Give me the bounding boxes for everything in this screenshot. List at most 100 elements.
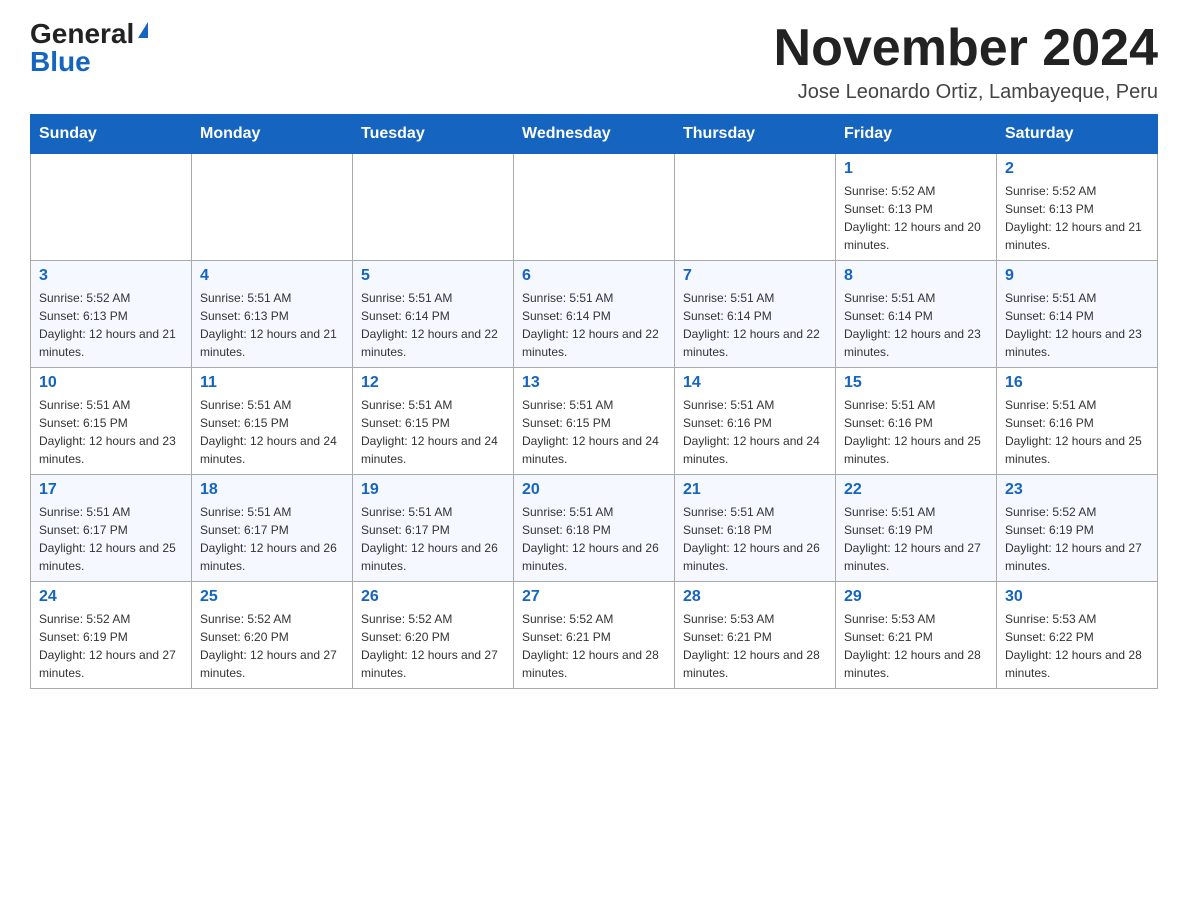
calendar-cell: 24 Sunrise: 5:52 AMSunset: 6:19 PMDaylig… [31,582,192,689]
logo: General Blue [30,20,148,76]
calendar-cell [353,154,514,261]
day-info: Sunrise: 5:51 AMSunset: 6:16 PMDaylight:… [683,396,827,468]
calendar-cell: 25 Sunrise: 5:52 AMSunset: 6:20 PMDaylig… [192,582,353,689]
day-info: Sunrise: 5:51 AMSunset: 6:13 PMDaylight:… [200,289,344,361]
day-number: 12 [361,374,505,392]
day-info: Sunrise: 5:51 AMSunset: 6:16 PMDaylight:… [1005,396,1149,468]
day-info: Sunrise: 5:51 AMSunset: 6:17 PMDaylight:… [39,503,183,575]
calendar-cell: 21 Sunrise: 5:51 AMSunset: 6:18 PMDaylig… [675,475,836,582]
weekday-header-monday: Monday [192,115,353,154]
calendar-cell: 28 Sunrise: 5:53 AMSunset: 6:21 PMDaylig… [675,582,836,689]
calendar-cell [675,154,836,261]
day-number: 16 [1005,374,1149,392]
day-info: Sunrise: 5:51 AMSunset: 6:14 PMDaylight:… [683,289,827,361]
calendar-cell [192,154,353,261]
calendar-cell: 20 Sunrise: 5:51 AMSunset: 6:18 PMDaylig… [514,475,675,582]
day-number: 24 [39,588,183,606]
day-info: Sunrise: 5:52 AMSunset: 6:20 PMDaylight:… [361,610,505,682]
day-number: 27 [522,588,666,606]
logo-blue-text: Blue [30,46,91,77]
calendar-cell: 9 Sunrise: 5:51 AMSunset: 6:14 PMDayligh… [997,261,1158,368]
calendar-cell: 22 Sunrise: 5:51 AMSunset: 6:19 PMDaylig… [836,475,997,582]
day-number: 21 [683,481,827,499]
day-number: 19 [361,481,505,499]
weekday-header-wednesday: Wednesday [514,115,675,154]
calendar-cell: 27 Sunrise: 5:52 AMSunset: 6:21 PMDaylig… [514,582,675,689]
calendar-cell: 12 Sunrise: 5:51 AMSunset: 6:15 PMDaylig… [353,368,514,475]
day-info: Sunrise: 5:51 AMSunset: 6:19 PMDaylight:… [844,503,988,575]
calendar-cell: 14 Sunrise: 5:51 AMSunset: 6:16 PMDaylig… [675,368,836,475]
day-info: Sunrise: 5:52 AMSunset: 6:13 PMDaylight:… [844,182,988,254]
day-info: Sunrise: 5:52 AMSunset: 6:19 PMDaylight:… [39,610,183,682]
calendar-cell: 16 Sunrise: 5:51 AMSunset: 6:16 PMDaylig… [997,368,1158,475]
weekday-header-thursday: Thursday [675,115,836,154]
calendar-cell: 8 Sunrise: 5:51 AMSunset: 6:14 PMDayligh… [836,261,997,368]
weekday-header-friday: Friday [836,115,997,154]
calendar-cell [514,154,675,261]
day-info: Sunrise: 5:51 AMSunset: 6:17 PMDaylight:… [361,503,505,575]
day-info: Sunrise: 5:52 AMSunset: 6:20 PMDaylight:… [200,610,344,682]
calendar-week-row: 10 Sunrise: 5:51 AMSunset: 6:15 PMDaylig… [31,368,1158,475]
day-number: 11 [200,374,344,392]
day-number: 5 [361,267,505,285]
day-info: Sunrise: 5:53 AMSunset: 6:22 PMDaylight:… [1005,610,1149,682]
day-info: Sunrise: 5:51 AMSunset: 6:14 PMDaylight:… [361,289,505,361]
day-number: 25 [200,588,344,606]
calendar-table: SundayMondayTuesdayWednesdayThursdayFrid… [30,114,1158,689]
day-number: 20 [522,481,666,499]
calendar-cell: 2 Sunrise: 5:52 AMSunset: 6:13 PMDayligh… [997,154,1158,261]
day-number: 18 [200,481,344,499]
weekday-header-tuesday: Tuesday [353,115,514,154]
logo-general-text: General [30,20,134,48]
day-info: Sunrise: 5:51 AMSunset: 6:15 PMDaylight:… [361,396,505,468]
day-number: 2 [1005,160,1149,178]
day-number: 8 [844,267,988,285]
day-number: 23 [1005,481,1149,499]
day-number: 9 [1005,267,1149,285]
day-info: Sunrise: 5:52 AMSunset: 6:19 PMDaylight:… [1005,503,1149,575]
day-info: Sunrise: 5:51 AMSunset: 6:15 PMDaylight:… [200,396,344,468]
day-number: 10 [39,374,183,392]
calendar-week-row: 3 Sunrise: 5:52 AMSunset: 6:13 PMDayligh… [31,261,1158,368]
day-number: 4 [200,267,344,285]
day-info: Sunrise: 5:51 AMSunset: 6:15 PMDaylight:… [522,396,666,468]
calendar-week-row: 24 Sunrise: 5:52 AMSunset: 6:19 PMDaylig… [31,582,1158,689]
calendar-cell: 17 Sunrise: 5:51 AMSunset: 6:17 PMDaylig… [31,475,192,582]
day-info: Sunrise: 5:51 AMSunset: 6:14 PMDaylight:… [1005,289,1149,361]
day-info: Sunrise: 5:51 AMSunset: 6:17 PMDaylight:… [200,503,344,575]
day-number: 30 [1005,588,1149,606]
page-header: General Blue November 2024 Jose Leonardo… [30,20,1158,104]
calendar-week-row: 1 Sunrise: 5:52 AMSunset: 6:13 PMDayligh… [31,154,1158,261]
day-number: 3 [39,267,183,285]
calendar-cell: 5 Sunrise: 5:51 AMSunset: 6:14 PMDayligh… [353,261,514,368]
day-number: 6 [522,267,666,285]
calendar-cell: 30 Sunrise: 5:53 AMSunset: 6:22 PMDaylig… [997,582,1158,689]
calendar-cell: 11 Sunrise: 5:51 AMSunset: 6:15 PMDaylig… [192,368,353,475]
day-info: Sunrise: 5:52 AMSunset: 6:13 PMDaylight:… [1005,182,1149,254]
month-title: November 2024 [774,20,1158,77]
calendar-cell: 1 Sunrise: 5:52 AMSunset: 6:13 PMDayligh… [836,154,997,261]
day-number: 26 [361,588,505,606]
calendar-cell: 29 Sunrise: 5:53 AMSunset: 6:21 PMDaylig… [836,582,997,689]
day-number: 28 [683,588,827,606]
day-info: Sunrise: 5:52 AMSunset: 6:13 PMDaylight:… [39,289,183,361]
weekday-header-sunday: Sunday [31,115,192,154]
day-info: Sunrise: 5:51 AMSunset: 6:15 PMDaylight:… [39,396,183,468]
weekday-header-row: SundayMondayTuesdayWednesdayThursdayFrid… [31,115,1158,154]
calendar-cell: 15 Sunrise: 5:51 AMSunset: 6:16 PMDaylig… [836,368,997,475]
calendar-week-row: 17 Sunrise: 5:51 AMSunset: 6:17 PMDaylig… [31,475,1158,582]
day-info: Sunrise: 5:51 AMSunset: 6:18 PMDaylight:… [683,503,827,575]
day-number: 14 [683,374,827,392]
calendar-cell: 7 Sunrise: 5:51 AMSunset: 6:14 PMDayligh… [675,261,836,368]
calendar-cell: 6 Sunrise: 5:51 AMSunset: 6:14 PMDayligh… [514,261,675,368]
day-number: 17 [39,481,183,499]
day-number: 15 [844,374,988,392]
calendar-cell: 13 Sunrise: 5:51 AMSunset: 6:15 PMDaylig… [514,368,675,475]
day-info: Sunrise: 5:51 AMSunset: 6:14 PMDaylight:… [844,289,988,361]
location-title: Jose Leonardo Ortiz, Lambayeque, Peru [774,81,1158,104]
day-number: 22 [844,481,988,499]
title-section: November 2024 Jose Leonardo Ortiz, Lamba… [774,20,1158,104]
day-info: Sunrise: 5:51 AMSunset: 6:18 PMDaylight:… [522,503,666,575]
day-info: Sunrise: 5:52 AMSunset: 6:21 PMDaylight:… [522,610,666,682]
calendar-cell: 19 Sunrise: 5:51 AMSunset: 6:17 PMDaylig… [353,475,514,582]
